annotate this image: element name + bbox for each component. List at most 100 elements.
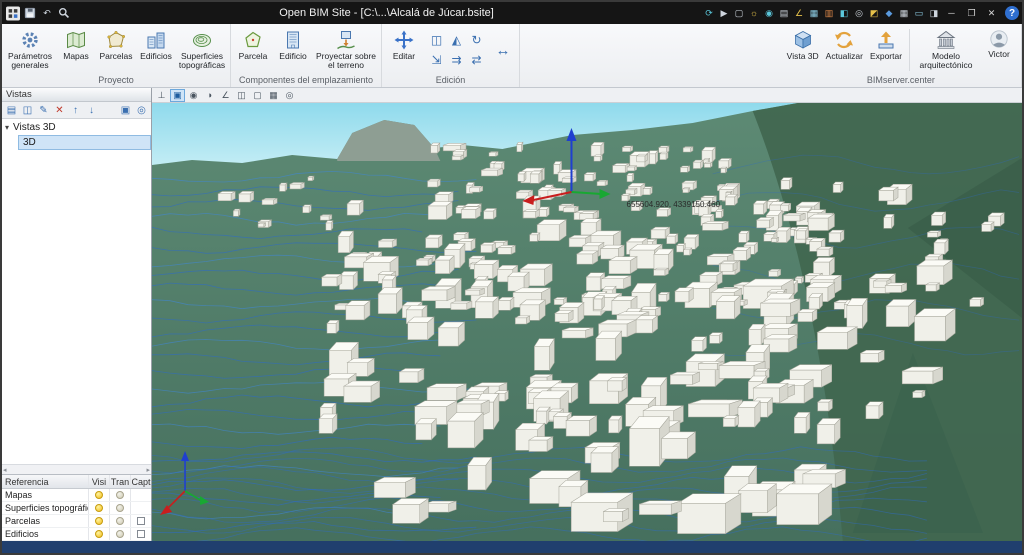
- scroll-right-icon[interactable]: ▸: [146, 466, 150, 474]
- proyectar-sobre-terreno-button[interactable]: Proyectar sobre el terreno: [314, 26, 378, 74]
- transparent-bulb-icon[interactable]: [116, 504, 124, 512]
- visibility-icon[interactable]: ◉: [186, 89, 201, 102]
- map-icon: [65, 29, 87, 51]
- camera-icon[interactable]: ▢: [732, 5, 746, 21]
- help-icon[interactable]: ?: [1005, 6, 1019, 20]
- window-title: Open BIM Site - [C:\...\Alcalá de Júcar.…: [71, 7, 702, 19]
- table-icon[interactable]: ▦: [897, 5, 911, 21]
- panel-settings-icon[interactable]: ◎: [134, 103, 149, 118]
- visible-bulb-icon[interactable]: [95, 517, 103, 525]
- vista-3d-button[interactable]: Vista 3D: [784, 26, 822, 74]
- viewport-toolbar: ⊥▣◉◑∠◫▢▦◎: [152, 88, 1022, 103]
- flag-icon[interactable]: ◩: [867, 5, 881, 21]
- parcelas-button[interactable]: Parcelas: [97, 26, 135, 74]
- undo-icon[interactable]: ↶: [40, 5, 54, 21]
- stretch-tool-icon[interactable]: ↔: [490, 26, 516, 74]
- save-icon[interactable]: [23, 5, 37, 21]
- button-label: Victor: [988, 50, 1010, 59]
- screen-icon[interactable]: ▭: [912, 5, 926, 21]
- scale-icon[interactable]: ⇲: [427, 51, 446, 70]
- section-plane-icon[interactable]: ◫: [234, 89, 249, 102]
- parcels-icon: [105, 29, 127, 51]
- grid-icon[interactable]: ▦: [807, 5, 821, 21]
- invert-icon[interactable]: ⇄: [467, 51, 486, 70]
- print-icon[interactable]: ▣: [118, 103, 133, 118]
- group-label: BIMserver.center: [784, 74, 1018, 87]
- transparent-bulb-icon[interactable]: [116, 491, 124, 499]
- close-button[interactable]: ✕: [982, 5, 1001, 21]
- views-tree: ▾ Vistas 3D 3D: [2, 119, 151, 464]
- button-label: Parcelas: [99, 52, 132, 61]
- tree-scrollbar[interactable]: ◂ ▸: [2, 464, 151, 474]
- app-icon[interactable]: [6, 5, 20, 21]
- collapse-icon[interactable]: ▾: [5, 123, 9, 132]
- visible-bulb-icon[interactable]: [95, 504, 103, 512]
- group-divider: [909, 29, 910, 71]
- transparent-bulb-icon[interactable]: [116, 517, 124, 525]
- chart-icon[interactable]: ▥: [822, 5, 836, 21]
- 3d-scene[interactable]: 655604.920, 4339150.460: [152, 103, 1022, 541]
- capture-cell: [130, 489, 151, 501]
- mapas-button[interactable]: Mapas: [57, 26, 95, 74]
- walkthrough-icon[interactable]: ▶: [717, 5, 731, 21]
- maximize-button[interactable]: ❐: [962, 5, 981, 21]
- modelo-arquitectonico-button[interactable]: Modelo arquitectónico: [914, 26, 978, 74]
- titlebar-tools: ⟳▶▢☼◉▤∠▦▥◧◎◩◆▦▭◨: [702, 5, 941, 21]
- superficies-topograficas-button[interactable]: Superficies topográficas: [177, 26, 227, 74]
- measure-icon[interactable]: ∠: [792, 5, 806, 21]
- button-label: Parámetros generales: [7, 52, 53, 71]
- mirror-icon[interactable]: ◭: [447, 31, 466, 50]
- offset-icon[interactable]: ⇉: [447, 51, 466, 70]
- measure-icon[interactable]: ∠: [218, 89, 233, 102]
- capture-checkbox[interactable]: [137, 517, 145, 525]
- shading-icon[interactable]: ◑: [202, 89, 217, 102]
- select-mode-icon[interactable]: ▣: [170, 89, 185, 102]
- edificio-button[interactable]: Edificio: [274, 26, 312, 74]
- edificios-button[interactable]: Edificios: [137, 26, 175, 74]
- new-view-icon[interactable]: ▤: [4, 103, 19, 118]
- gizmo-coordinates: 655604.920, 4339150.460: [627, 200, 721, 209]
- actualizar-button[interactable]: Actualizar: [824, 26, 865, 74]
- tree-node-vistas-3d[interactable]: ▾ Vistas 3D: [2, 121, 151, 134]
- copy-icon[interactable]: ◫: [427, 31, 446, 50]
- button-label: Modelo arquitectónico: [916, 52, 976, 71]
- capture-cell: [130, 502, 151, 514]
- row-label: Edificios: [2, 529, 88, 539]
- editar-button[interactable]: Editar: [385, 26, 423, 74]
- edit-view-icon[interactable]: ✎: [36, 103, 51, 118]
- user-account-button[interactable]: Victor: [980, 26, 1018, 74]
- search-icon[interactable]: [57, 5, 71, 21]
- delete-view-icon[interactable]: ✕: [52, 103, 67, 118]
- move-up-icon[interactable]: ↑: [68, 103, 83, 118]
- wrench-icon[interactable]: ◨: [927, 5, 941, 21]
- grid-icon[interactable]: ▦: [266, 89, 281, 102]
- capture-checkbox[interactable]: [137, 530, 145, 538]
- target-icon[interactable]: ◎: [852, 5, 866, 21]
- sun-icon[interactable]: ☼: [747, 5, 761, 21]
- rotate-icon[interactable]: ↻: [467, 31, 486, 50]
- visible-bulb-icon[interactable]: [95, 530, 103, 538]
- button-label: Superficies topográficas: [179, 52, 225, 71]
- visible-bulb-icon[interactable]: [95, 491, 103, 499]
- move-down-icon[interactable]: ↓: [84, 103, 99, 118]
- exportar-button[interactable]: Exportar: [867, 26, 905, 74]
- export-icon: [875, 29, 897, 51]
- screenshot-icon[interactable]: ▢: [250, 89, 265, 102]
- globe-icon[interactable]: ◉: [762, 5, 776, 21]
- transparent-bulb-icon[interactable]: [116, 530, 124, 538]
- scroll-left-icon[interactable]: ◂: [3, 466, 7, 474]
- options-icon[interactable]: ◎: [282, 89, 297, 102]
- duplicate-view-icon[interactable]: ◫: [20, 103, 35, 118]
- parametros-generales-button[interactable]: Parámetros generales: [5, 26, 55, 74]
- parcela-button[interactable]: Parcela: [234, 26, 272, 74]
- minimize-button[interactable]: ─: [942, 5, 961, 21]
- quick-access-toolbar: ↶: [2, 5, 71, 21]
- box-icon[interactable]: ◧: [837, 5, 851, 21]
- contours-icon: [191, 29, 213, 51]
- cube-icon[interactable]: ◆: [882, 5, 896, 21]
- tree-node-3d-selected[interactable]: 3D: [18, 135, 151, 150]
- 3d-canvas[interactable]: 655604.920, 4339150.460: [152, 103, 1022, 541]
- layers-icon[interactable]: ▤: [777, 5, 791, 21]
- coordinate-axes-icon[interactable]: ⊥: [154, 89, 169, 102]
- sync-icon[interactable]: ⟳: [702, 5, 716, 21]
